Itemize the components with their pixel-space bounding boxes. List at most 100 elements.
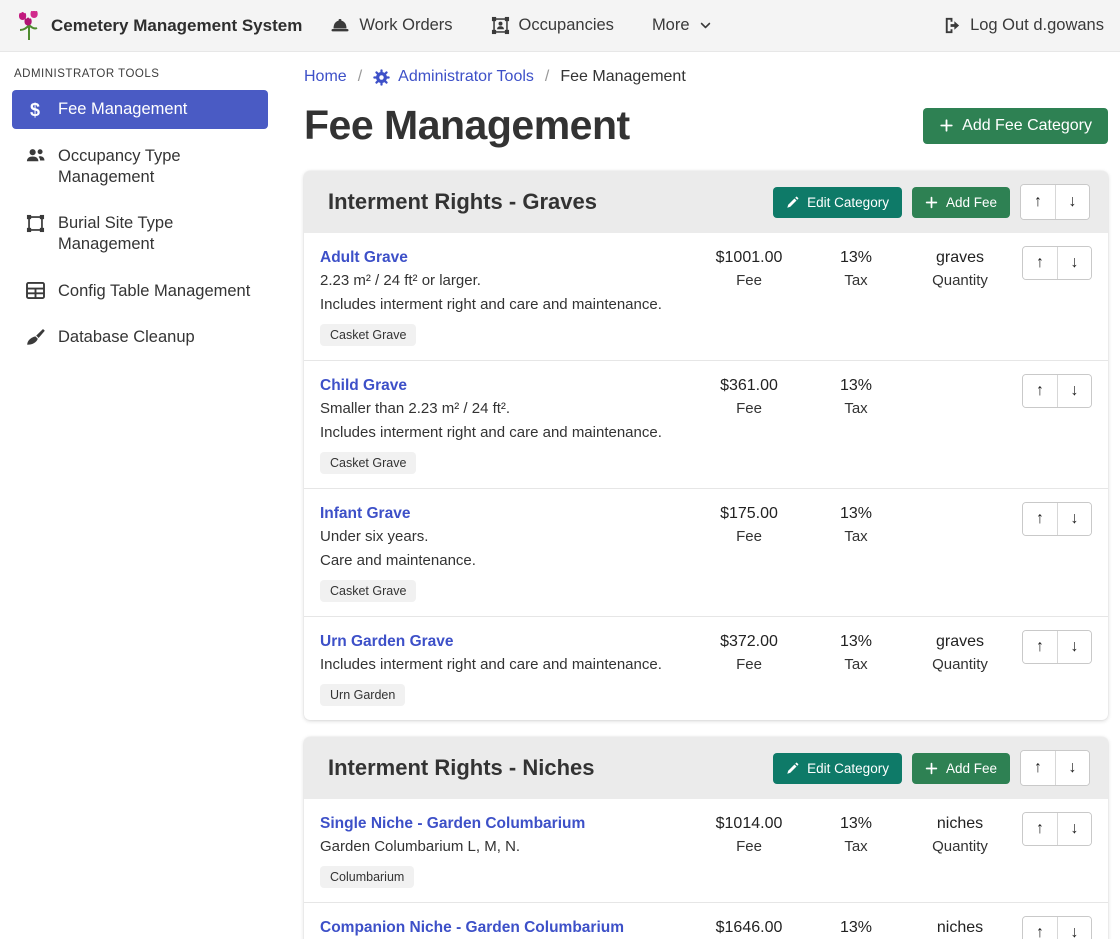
arrow-down-icon: ↓ <box>1069 193 1077 211</box>
tax-rate: 13%Tax <box>808 374 904 421</box>
breadcrumb-home-link[interactable]: Home <box>304 68 347 86</box>
arrow-up-icon: ↑ <box>1036 254 1044 272</box>
tax-rate-label: Tax <box>808 269 904 293</box>
edit-category-button[interactable]: Edit Category <box>773 187 902 218</box>
move-up-button[interactable]: ↑ <box>1023 813 1057 845</box>
fee-amount: $175.00Fee <box>690 502 808 549</box>
move-down-button[interactable]: ↓ <box>1057 375 1091 407</box>
main-content: Home / Administrator Tools / Fee Managem… <box>280 52 1120 939</box>
sidebar-item-config-table-management[interactable]: Config Table Management <box>12 272 268 311</box>
occupancy-icon <box>491 16 510 35</box>
quantity-unit-label: Quantity <box>904 835 1016 859</box>
fee-description: Includes interment right and care and ma… <box>320 293 690 317</box>
nav-item-occupancies[interactable]: Occupancies <box>491 16 614 35</box>
logout-label: Log Out d.gowans <box>970 16 1104 35</box>
add-fee-label: Add Fee <box>946 195 997 210</box>
arrow-down-icon: ↓ <box>1069 759 1077 777</box>
fee-name-link[interactable]: Urn Garden Grave <box>320 630 454 653</box>
tax-rate-label: Tax <box>808 525 904 549</box>
move-down-button[interactable]: ↓ <box>1057 917 1091 939</box>
sidebar: ADMINISTRATOR TOOLS $Fee ManagementOccup… <box>0 52 280 365</box>
quantity-unit: gravesQuantity <box>904 630 1016 677</box>
move-down-button[interactable]: ↓ <box>1057 813 1091 845</box>
move-up-button[interactable]: ↑ <box>1023 375 1057 407</box>
arrow-down-icon: ↓ <box>1071 638 1079 656</box>
arrow-up-icon: ↑ <box>1036 820 1044 838</box>
sidebar-item-fee-management[interactable]: $ Fee Management <box>12 90 268 129</box>
move-up-button[interactable]: ↑ <box>1023 247 1057 279</box>
fee-amount: $361.00Fee <box>690 374 808 421</box>
move-up-button[interactable]: ↑ <box>1021 751 1055 785</box>
sidebar-item-occupancy-type-management[interactable]: Occupancy Type Management <box>12 137 268 196</box>
add-fee-button[interactable]: Add Fee <box>912 753 1010 784</box>
quantity-unit-label: Quantity <box>904 653 1016 677</box>
fee-name-link[interactable]: Companion Niche - Garden Columbarium <box>320 916 624 939</box>
fee-description: Includes interment right and care and ma… <box>320 421 690 445</box>
plus-icon <box>925 196 938 209</box>
nav-links: Work Orders Occupancies More <box>330 16 711 35</box>
move-up-button[interactable]: ↑ <box>1023 631 1057 663</box>
fee-name-link[interactable]: Child Grave <box>320 374 407 397</box>
breadcrumb-admin-tools-link[interactable]: Administrator Tools <box>373 68 534 86</box>
app-title: Cemetery Management System <box>51 16 302 36</box>
move-down-button[interactable]: ↓ <box>1057 247 1091 279</box>
fee-category-card-interment-rights-graves: Interment Rights - GravesEdit CategoryAd… <box>304 171 1108 720</box>
quantity-unit: gravesQuantity <box>904 246 1016 293</box>
fee-type-badge: Casket Grave <box>320 324 416 346</box>
add-fee-category-button[interactable]: Add Fee Category <box>923 108 1108 144</box>
top-navbar: Cemetery Management System Work Orders Oc… <box>0 0 1120 52</box>
category-move-group: ↑↓ <box>1020 184 1090 220</box>
tax-rate: 13%Tax <box>808 630 904 677</box>
table-icon <box>24 282 46 299</box>
move-up-button[interactable]: ↑ <box>1021 185 1055 219</box>
nav-item-label: More <box>652 16 690 35</box>
hard-hat-icon <box>330 17 350 34</box>
category-move-group: ↑↓ <box>1020 750 1090 786</box>
fee-amount-label: Fee <box>690 269 808 293</box>
fee-name-link[interactable]: Infant Grave <box>320 502 410 525</box>
fee-amount-label: Fee <box>690 397 808 421</box>
fee-name-link[interactable]: Adult Grave <box>320 246 408 269</box>
fee-type-badge: Urn Garden <box>320 684 405 706</box>
move-down-button[interactable]: ↓ <box>1055 185 1089 219</box>
sidebar-item-database-cleanup[interactable]: Database Cleanup <box>12 318 268 357</box>
arrow-down-icon: ↓ <box>1071 820 1079 838</box>
fee-row-urn-garden-grave: Urn Garden GraveIncludes interment right… <box>304 616 1108 720</box>
tax-rate-value: 13% <box>808 502 904 525</box>
tax-rate-value: 13% <box>808 812 904 835</box>
fee-move-group: ↑↓ <box>1022 374 1092 408</box>
fee-category-card-interment-rights-niches: Interment Rights - Niches Edit Category Ad… <box>304 737 1108 939</box>
plus-icon <box>925 762 938 775</box>
move-down-button[interactable]: ↓ <box>1057 503 1091 535</box>
move-down-button[interactable]: ↓ <box>1055 751 1089 785</box>
tax-rate: 13%Tax <box>808 502 904 549</box>
fee-move-group: ↑↓ <box>1022 630 1092 664</box>
sidebar-item-label: Fee Management <box>58 99 187 120</box>
fee-name-link[interactable]: Single Niche - Garden Columbarium <box>320 812 585 835</box>
dollar-icon: $ <box>24 100 46 120</box>
quantity-unit-value: graves <box>904 630 1016 653</box>
fee-row-adult-grave: Adult Grave2.23 m² / 24 ft² or larger.In… <box>304 233 1108 360</box>
tax-rate: 13%Tax <box>808 916 904 939</box>
sidebar-item-burial-site-type-management[interactable]: Burial Site Type Management <box>12 204 268 263</box>
move-up-button[interactable]: ↑ <box>1023 917 1057 939</box>
sidebar-item-label: Burial Site Type Management <box>58 213 256 254</box>
chevron-down-icon <box>699 19 712 32</box>
add-fee-button[interactable]: Add Fee <box>912 187 1010 218</box>
move-up-button[interactable]: ↑ <box>1023 503 1057 535</box>
arrow-up-icon: ↑ <box>1036 382 1044 400</box>
edit-category-button[interactable]: Edit Category <box>773 753 902 784</box>
fee-description: Garden Columbarium L, M, N. <box>320 835 690 859</box>
category-title: Interment Rights - Niches <box>328 755 594 781</box>
move-down-button[interactable]: ↓ <box>1057 631 1091 663</box>
fee-amount-label: Fee <box>690 653 808 677</box>
category-header: Interment Rights - Niches Edit Category Ad… <box>304 737 1108 799</box>
nav-item-label: Work Orders <box>359 16 452 35</box>
fee-description: Smaller than 2.23 m² / 24 ft². <box>320 397 690 421</box>
nav-item-more[interactable]: More <box>652 16 712 35</box>
arrow-down-icon: ↓ <box>1071 382 1079 400</box>
logout-button[interactable]: Log Out d.gowans <box>942 16 1104 35</box>
nav-item-work-orders[interactable]: Work Orders <box>330 16 452 35</box>
tax-rate-value: 13% <box>808 374 904 397</box>
fee-amount-value: $175.00 <box>690 502 808 525</box>
